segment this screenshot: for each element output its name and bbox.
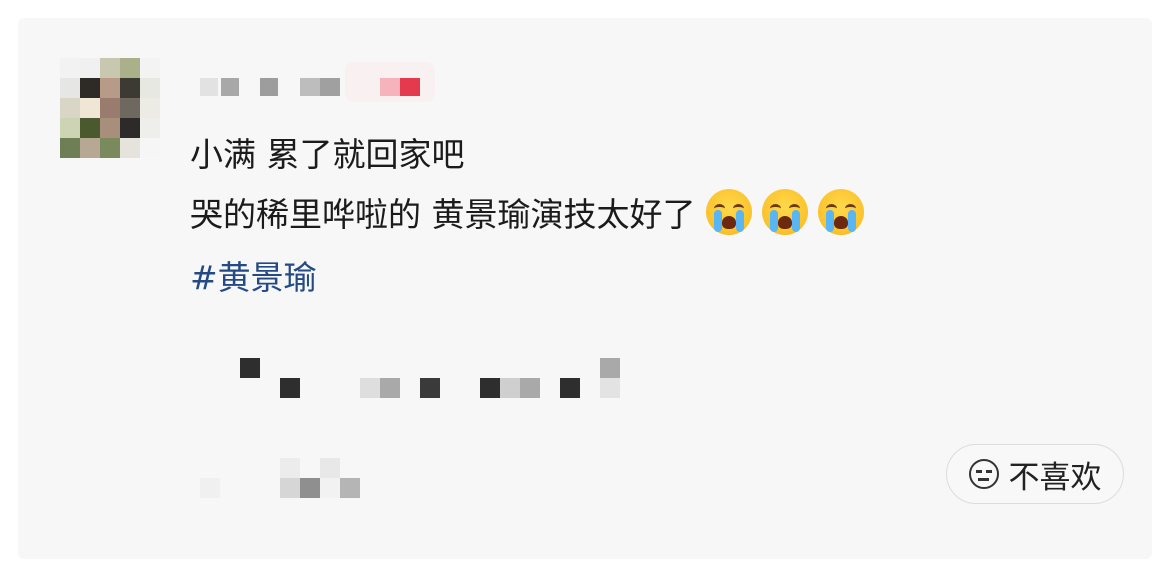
- hashtag-link[interactable]: #黄景瑜: [190, 248, 317, 308]
- neutral-face-icon: [968, 459, 999, 489]
- dislike-button[interactable]: 不喜欢: [946, 444, 1124, 504]
- dislike-label: 不喜欢: [1008, 459, 1102, 496]
- comment-line-2: 哭的稀里哗啦的 黄景瑜演技太好了: [190, 185, 864, 245]
- comment-line-1: 小满 累了就回家吧: [190, 135, 465, 174]
- comment-line-2-text: 哭的稀里哗啦的 黄景瑜演技太好了: [190, 195, 696, 234]
- comment-text: 小满 累了就回家吧 哭的稀里哗啦的 黄景瑜演技太好了: [190, 125, 864, 245]
- crying-face-emoji: [761, 189, 808, 235]
- avatar[interactable]: [60, 58, 160, 158]
- crying-face-emoji: [817, 189, 864, 235]
- crying-face-emoji: [705, 189, 752, 235]
